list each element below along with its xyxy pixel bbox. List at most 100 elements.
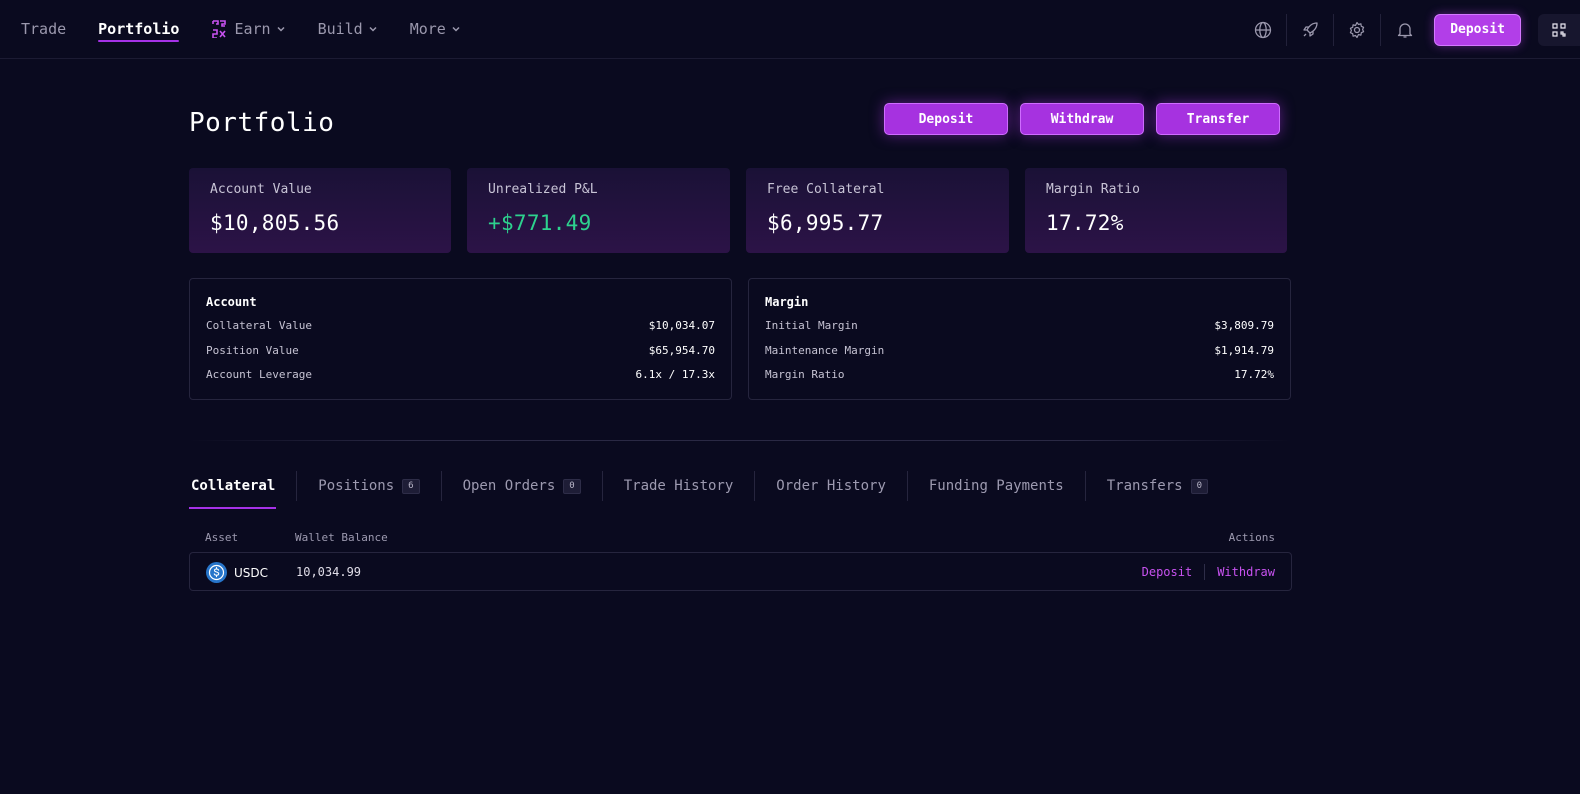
settings-button[interactable]: [1334, 13, 1382, 46]
nav-label: Portfolio: [98, 20, 180, 38]
chevron-down-icon: [369, 26, 377, 32]
stat-value: 17.72%: [1046, 211, 1124, 235]
detail-row: Account Leverage 6.1x / 17.3x: [206, 368, 715, 393]
tab-transfers[interactable]: Transfers 0: [1086, 471, 1229, 501]
main-nav: Trade Portfolio Earn Build More: [0, 0, 493, 58]
withdraw-button[interactable]: Withdraw: [1020, 103, 1144, 135]
nav-label: Earn: [234, 20, 271, 38]
detail-value: 6.1x / 17.3x: [635, 368, 715, 381]
account-panel: Account Collateral Value $10,034.07 Posi…: [189, 278, 732, 400]
stat-value: $10,805.56: [210, 211, 340, 235]
tab-label: Transfers: [1106, 478, 1183, 494]
tab-label: Positions: [318, 478, 395, 494]
deposit-button[interactable]: Deposit: [884, 103, 1008, 135]
detail-label: Account Leverage: [206, 368, 312, 381]
stat-value: +$771.49: [488, 211, 592, 235]
tab-label: Collateral: [191, 478, 276, 494]
detail-label: Position Value: [206, 343, 299, 357]
top-navbar: Trade Portfolio Earn Build More Deposit: [0, 0, 1580, 59]
panel-title: Account: [206, 295, 257, 309]
tab-positions[interactable]: Positions 6: [297, 471, 442, 501]
launch-button[interactable]: [1287, 13, 1335, 46]
chevron-down-icon: [452, 26, 460, 32]
nav-label: More: [409, 20, 446, 38]
detail-row: Initial Margin $3,809.79: [765, 319, 1274, 344]
tab-order-history[interactable]: Order History: [755, 471, 908, 501]
count-badge: 0: [1190, 478, 1209, 494]
asset-cell: USDC: [206, 562, 268, 583]
nav-earn[interactable]: Earn: [211, 0, 285, 58]
stat-label: Unrealized P&L: [488, 182, 598, 197]
chevron-down-icon: [277, 26, 285, 32]
column-header-balance: Wallet Balance: [295, 531, 388, 544]
asset-symbol: USDC: [234, 565, 269, 580]
detail-label: Collateral Value: [206, 319, 312, 332]
stat-unrealized-pnl: Unrealized P&L +$771.49: [467, 168, 730, 253]
qr-icon: [1552, 22, 1566, 37]
detail-value: $1,914.79: [1214, 343, 1274, 357]
navbar-actions: Deposit: [1240, 0, 1580, 59]
usdc-icon: [206, 562, 227, 583]
actions-cell: Deposit Withdraw: [1142, 564, 1275, 580]
rocket-icon: [1303, 21, 1318, 37]
stat-account-value: Account Value $10,805.56: [189, 168, 451, 253]
language-button[interactable]: [1240, 13, 1288, 46]
detail-label: Margin Ratio: [765, 368, 845, 381]
earn-logo-icon: [212, 20, 227, 38]
column-header-actions: Actions: [1228, 531, 1275, 544]
tab-trade-history[interactable]: Trade History: [603, 471, 756, 501]
row-withdraw-link[interactable]: Withdraw: [1217, 565, 1275, 579]
count-badge: 6: [402, 478, 420, 494]
column-header-asset: Asset: [205, 531, 239, 544]
nav-more[interactable]: More: [410, 0, 461, 58]
top-deposit-button[interactable]: Deposit: [1434, 13, 1521, 46]
detail-value: $10,034.07: [648, 319, 715, 332]
action-separator: [1204, 564, 1206, 580]
gear-icon: [1350, 21, 1365, 38]
page-actions: Deposit Withdraw Transfer: [884, 103, 1280, 135]
section-divider: [189, 440, 1292, 441]
detail-label: Maintenance Margin: [765, 343, 885, 357]
nav-portfolio[interactable]: Portfolio: [98, 0, 180, 58]
tab-label: Trade History: [623, 478, 734, 494]
detail-value: $65,954.70: [648, 343, 715, 357]
detail-value: 17.72%: [1234, 368, 1274, 381]
stat-label: Account Value: [210, 182, 312, 197]
tab-open-orders[interactable]: Open Orders 0: [442, 471, 603, 501]
table-header: Asset Wallet Balance Actions: [189, 531, 1292, 545]
detail-row: Position Value $65,954.70: [206, 344, 715, 369]
tab-funding-payments[interactable]: Funding Payments: [908, 471, 1086, 501]
stat-label: Free Collateral: [767, 182, 885, 197]
tab-label: Order History: [776, 478, 886, 494]
qr-button[interactable]: [1538, 13, 1580, 46]
panel-title: Margin: [765, 295, 809, 309]
stat-margin-ratio: Margin Ratio 17.72%: [1025, 168, 1287, 253]
row-deposit-link[interactable]: Deposit: [1142, 565, 1193, 579]
margin-panel: Margin Initial Margin $3,809.79 Maintena…: [748, 278, 1291, 400]
stat-cards: Account Value $10,805.56 Unrealized P&L …: [189, 168, 1287, 253]
page-title: Portfolio: [189, 108, 335, 138]
detail-row: Maintenance Margin $1,914.79: [765, 344, 1274, 369]
portfolio-tabs: Collateral Positions 6 Open Orders 0 Tra…: [189, 469, 1229, 509]
detail-row: Collateral Value $10,034.07: [206, 319, 715, 344]
detail-row: Margin Ratio 17.72%: [765, 368, 1274, 393]
tab-collateral[interactable]: Collateral: [189, 471, 298, 509]
summary-panels: Account Collateral Value $10,034.07 Posi…: [189, 278, 1291, 400]
nav-trade[interactable]: Trade: [21, 0, 66, 58]
table-row: USDC 10,034.99 Deposit Withdraw: [189, 552, 1292, 591]
nav-label: Trade: [21, 20, 67, 38]
stat-free-collateral: Free Collateral $6,995.77: [746, 168, 1009, 253]
detail-label: Initial Margin: [765, 319, 858, 332]
notifications-button[interactable]: [1381, 14, 1428, 46]
tab-label: Open Orders: [462, 478, 556, 494]
globe-icon: [1255, 21, 1272, 38]
stat-value: $6,995.77: [767, 211, 884, 235]
stat-label: Margin Ratio: [1046, 182, 1140, 197]
transfer-button[interactable]: Transfer: [1156, 103, 1280, 135]
nav-label: Build: [317, 20, 363, 38]
nav-build[interactable]: Build: [318, 0, 378, 58]
bell-icon: [1397, 22, 1412, 38]
wallet-balance: 10,034.99: [296, 565, 362, 579]
tab-label: Funding Payments: [928, 478, 1064, 494]
count-badge: 0: [563, 478, 581, 494]
